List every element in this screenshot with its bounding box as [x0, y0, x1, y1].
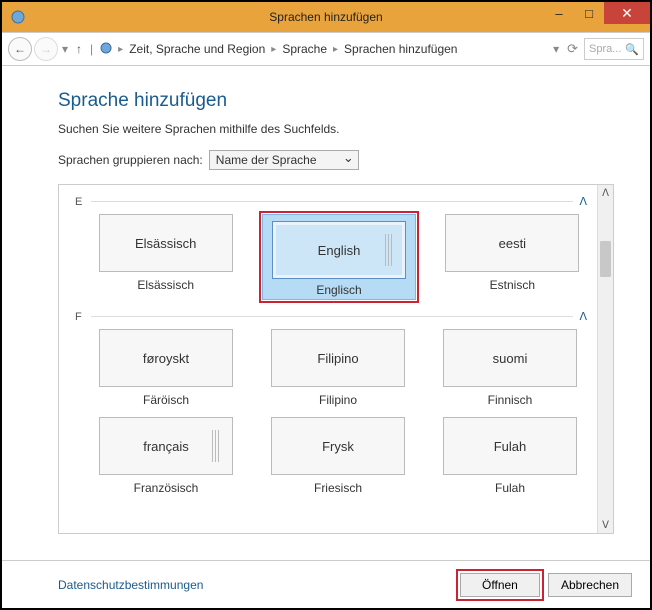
path-icon	[99, 41, 113, 58]
section-heading: F ᐱ	[75, 310, 587, 323]
language-tile[interactable]: Frysk Friesisch	[263, 417, 413, 495]
chevron-right-icon: ▸	[332, 44, 339, 55]
language-caption: Französisch	[134, 481, 199, 495]
language-tile[interactable]: suomi Finnisch	[435, 329, 585, 407]
refresh-button[interactable]: ⟳	[567, 41, 578, 57]
language-caption: Friesisch	[314, 481, 362, 495]
breadcrumb-item[interactable]: Zeit, Sprache und Region	[126, 40, 268, 58]
language-caption: Englisch	[316, 283, 361, 297]
language-tile[interactable]: eesti Estnisch	[438, 214, 587, 300]
collapse-section-icon[interactable]: ᐱ	[579, 195, 587, 208]
forward-button: →	[34, 37, 58, 61]
search-input[interactable]: Spra... 🔍	[584, 38, 644, 60]
language-native: Fulah	[494, 439, 527, 454]
language-native: suomi	[493, 351, 528, 366]
expandable-icon	[385, 234, 395, 266]
section-letter: E	[75, 196, 91, 208]
language-caption: Estnisch	[490, 278, 535, 292]
up-button[interactable]: ↑	[70, 42, 88, 56]
section-heading: E ᐱ	[75, 195, 587, 208]
cancel-button[interactable]: Abbrechen	[548, 573, 632, 597]
section-letter: F	[75, 311, 91, 323]
content-area: Sprache hinzufügen Suchen Sie weitere Sp…	[2, 66, 650, 558]
maximize-button[interactable]: □	[574, 2, 604, 24]
language-list: E ᐱ Elsässisch Elsässisch English Englis…	[59, 185, 597, 533]
history-dropdown-icon[interactable]: ▾	[62, 42, 68, 56]
language-tile[interactable]: føroyskt Färöisch	[91, 329, 241, 407]
language-caption: Finnisch	[488, 393, 533, 407]
language-list-pane: E ᐱ Elsässisch Elsässisch English Englis…	[58, 184, 614, 534]
group-by-value: Name der Sprache	[216, 153, 317, 167]
open-button[interactable]: Öffnen	[460, 573, 540, 597]
breadcrumb: ▸ Zeit, Sprache und Region ▸ Sprache ▸ S…	[117, 40, 551, 58]
titlebar: Sprachen hinzufügen – □ ✕	[2, 2, 650, 32]
close-button[interactable]: ✕	[604, 2, 650, 24]
page-instruction: Suchen Sie weitere Sprachen mithilfe des…	[58, 122, 614, 136]
breadcrumb-item[interactable]: Sprachen hinzufügen	[341, 40, 460, 58]
window-controls: – □ ✕	[544, 2, 650, 24]
language-native: français	[143, 439, 189, 454]
language-native: eesti	[499, 236, 526, 251]
section-divider	[91, 201, 573, 202]
language-caption: Filipino	[319, 393, 357, 407]
search-icon: 🔍	[625, 43, 639, 56]
scroll-down-icon[interactable]: ᐯ	[598, 517, 613, 533]
app-icon	[10, 9, 26, 25]
language-caption: Elsässisch	[137, 278, 194, 292]
group-by-select[interactable]: Name der Sprache	[209, 150, 359, 170]
group-label: Sprachen gruppieren nach:	[58, 153, 203, 167]
navbar: ← → ▾ ↑ | ▸ Zeit, Sprache und Region ▸ S…	[2, 32, 650, 66]
back-button[interactable]: ←	[8, 37, 32, 61]
scroll-up-icon[interactable]: ᐱ	[598, 185, 613, 201]
breadcrumb-item[interactable]: Sprache	[279, 40, 330, 58]
chevron-right-icon: ▸	[270, 44, 277, 55]
language-caption: Fulah	[495, 481, 525, 495]
language-native: Filipino	[317, 351, 358, 366]
language-native: føroyskt	[143, 351, 189, 366]
search-placeholder: Spra...	[589, 43, 621, 55]
scroll-thumb[interactable]	[600, 241, 611, 277]
page-title: Sprache hinzufügen	[58, 90, 614, 112]
language-caption: Färöisch	[143, 393, 189, 407]
scrollbar[interactable]: ᐱ ᐯ	[597, 185, 613, 533]
language-native: Frysk	[322, 439, 354, 454]
bottombar: Datenschutzbestimmungen Öffnen Abbrechen	[2, 560, 650, 608]
language-tile[interactable]: français Französisch	[91, 417, 241, 495]
section-divider	[91, 316, 573, 317]
language-native: English	[318, 243, 361, 258]
language-tile-selected[interactable]: English Englisch	[262, 214, 415, 300]
language-tile[interactable]: Fulah Fulah	[435, 417, 585, 495]
minimize-button[interactable]: –	[544, 2, 574, 24]
group-row: Sprachen gruppieren nach: Name der Sprac…	[58, 150, 614, 170]
language-tile[interactable]: Elsässisch Elsässisch	[91, 214, 240, 300]
chevron-right-icon: ▸	[117, 44, 124, 55]
collapse-section-icon[interactable]: ᐱ	[579, 310, 587, 323]
expandable-icon	[212, 430, 222, 462]
privacy-link[interactable]: Datenschutzbestimmungen	[58, 578, 203, 592]
language-native: Elsässisch	[135, 236, 196, 251]
language-tile[interactable]: Filipino Filipino	[263, 329, 413, 407]
